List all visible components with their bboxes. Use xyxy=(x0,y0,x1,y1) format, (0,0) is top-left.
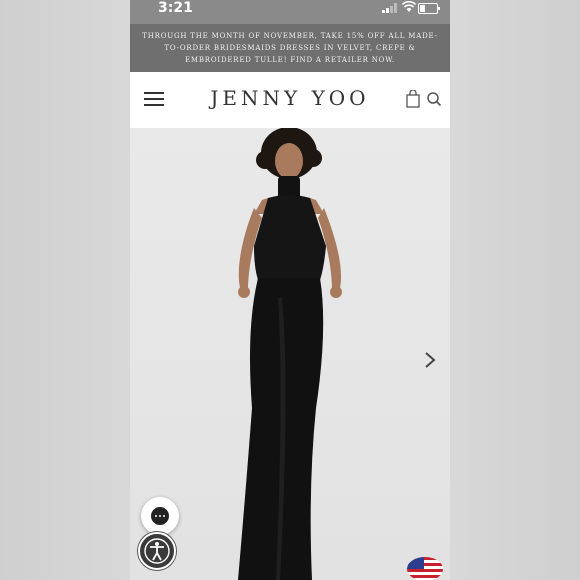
promo-banner[interactable]: THROUGH THE MONTH OF NOVEMBER, TAKE 15% … xyxy=(130,24,450,72)
chat-bubble-icon[interactable] xyxy=(141,497,179,535)
shopping-bag-icon[interactable] xyxy=(406,90,420,108)
product-hero-image[interactable] xyxy=(130,128,450,580)
us-flag-icon[interactable] xyxy=(406,552,444,580)
accessibility-figure xyxy=(144,538,170,564)
status-time: 3:21 xyxy=(158,0,193,16)
chevron-right-icon[interactable] xyxy=(423,350,437,370)
accessibility-icon[interactable] xyxy=(138,532,176,570)
wifi-icon xyxy=(402,1,416,12)
backdrop-left xyxy=(0,0,130,580)
promo-text: THROUGH THE MONTH OF NOVEMBER, TAKE 15% … xyxy=(142,32,438,64)
battery-icon xyxy=(418,3,440,14)
cellular-signal-icon xyxy=(382,3,397,13)
status-bar: 3:21 xyxy=(130,0,450,24)
site-header: JENNY YOO xyxy=(130,72,450,128)
brand-logo[interactable]: JENNY YOO xyxy=(130,86,450,110)
hamburger-menu-icon[interactable] xyxy=(144,92,164,106)
phone-screen: 3:21 THROUGH THE MONTH OF NOVEMBER, TAKE… xyxy=(130,0,450,580)
search-icon[interactable] xyxy=(426,90,442,108)
chat-dots xyxy=(151,507,169,525)
backdrop-right xyxy=(450,0,580,580)
